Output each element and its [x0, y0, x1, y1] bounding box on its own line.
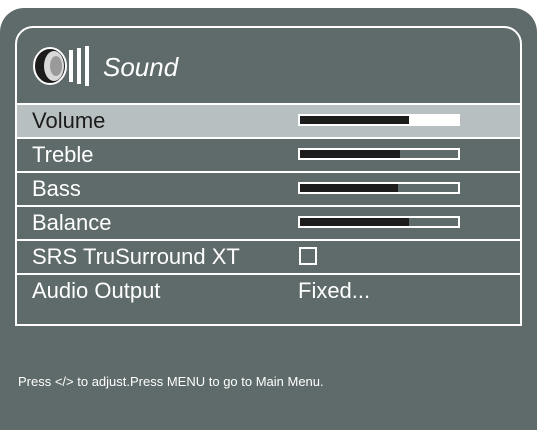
menu-row-bass[interactable]: Bass: [17, 171, 520, 205]
slider-fill: [300, 218, 410, 226]
row-label: Treble: [32, 142, 94, 167]
sound-menu-window: Sound Volume Treble Bass Balance SRS Tru…: [0, 8, 537, 430]
menu-row-volume[interactable]: Volume: [17, 103, 520, 137]
menu-row-balance[interactable]: Balance: [17, 205, 520, 239]
srs-trusurround-checkbox[interactable]: [299, 247, 317, 265]
page-title: Sound: [103, 52, 179, 82]
help-hint: Press </> to adjust.Press MENU to go to …: [18, 374, 324, 389]
slider-fill: [300, 116, 410, 124]
slider-fill: [300, 150, 400, 158]
slider-fill: [300, 184, 398, 192]
bass-slider[interactable]: [298, 182, 460, 194]
treble-slider[interactable]: [298, 148, 460, 160]
row-label: SRS TruSurround XT: [32, 244, 240, 269]
balance-slider[interactable]: [298, 216, 460, 228]
sound-menu-panel: Sound Volume Treble Bass Balance SRS Tru…: [15, 26, 522, 326]
audio-output-value: Fixed...: [298, 278, 371, 303]
row-label: Volume: [32, 108, 106, 133]
menu-row-audio-output[interactable]: Audio Output Fixed...: [17, 273, 520, 307]
row-label: Bass: [32, 176, 81, 201]
row-label: Balance: [32, 210, 112, 235]
menu-row-treble[interactable]: Treble: [17, 137, 520, 171]
volume-slider[interactable]: [298, 114, 460, 126]
title-bar: Sound: [17, 28, 520, 103]
menu-row-srs-trusurround[interactable]: SRS TruSurround XT: [17, 239, 520, 273]
speaker-icon: [33, 46, 89, 86]
screen: Sound Volume Treble Bass Balance SRS Tru…: [0, 0, 537, 430]
row-label: Audio Output: [32, 278, 161, 303]
